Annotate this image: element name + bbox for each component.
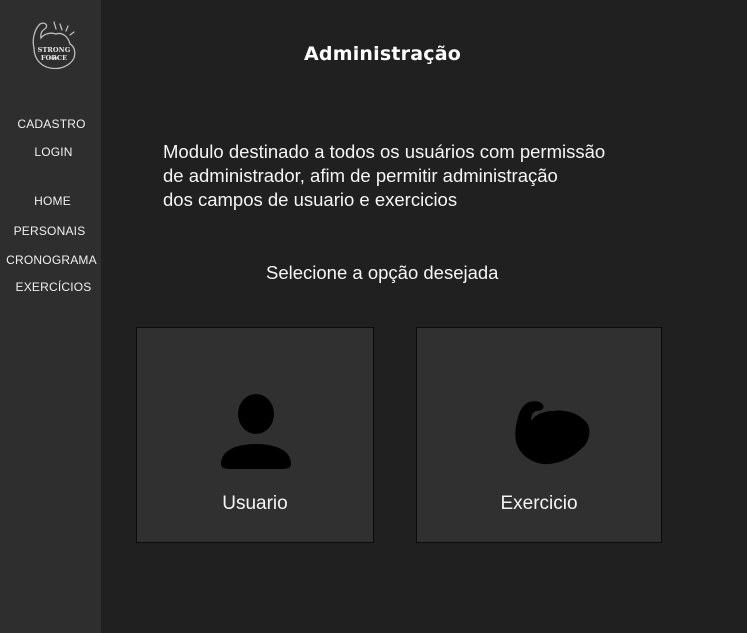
user-icon: [219, 394, 293, 470]
logo-subtext: Gym: [48, 55, 60, 60]
strong-force-logo[interactable]: STRONG FORCE Gym: [26, 18, 82, 74]
select-option-prompt: Selecione a opção desejada: [266, 262, 499, 283]
description-line: de administrador, afim de permitir admin…: [163, 165, 558, 186]
nav-personais[interactable]: PERSONAIS: [0, 224, 100, 238]
nav-login[interactable]: LOGIN: [3, 145, 104, 159]
page-title: Administração: [304, 43, 461, 65]
description-line: dos campos de usuario e exercicios: [163, 189, 458, 210]
nav-exercicios[interactable]: EXERCÍCIOS: [3, 280, 104, 294]
exercicio-card-label: Exercicio: [500, 493, 578, 514]
sidebar: STRONG FORCE Gym CADASTRO LOGIN HOME PER…: [0, 0, 101, 633]
nav-cadastro[interactable]: CADASTRO: [1, 117, 102, 131]
module-description: Modulo destinado a todos os usuários com…: [163, 140, 683, 212]
usuario-card[interactable]: Usuario: [136, 327, 374, 543]
nav-cronograma[interactable]: CRONOGRAMA: [1, 253, 102, 267]
usuario-card-label: Usuario: [222, 493, 288, 514]
nav-home[interactable]: HOME: [2, 194, 103, 208]
flexed-bicep-icon: [513, 399, 591, 467]
description-line: Modulo destinado a todos os usuários com…: [163, 141, 606, 162]
exercicio-card[interactable]: Exercicio: [416, 327, 662, 543]
